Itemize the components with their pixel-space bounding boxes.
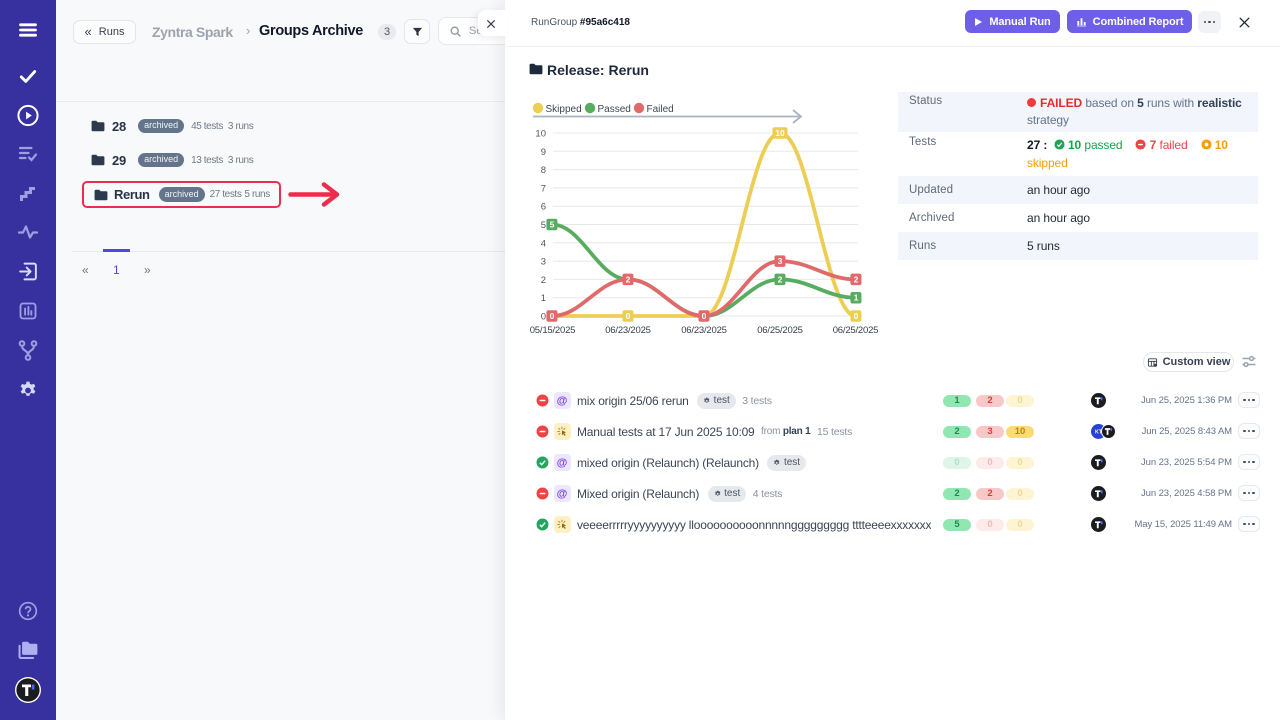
svg-text:0: 0 [550,311,555,321]
svg-text:2: 2 [778,274,783,284]
svg-text:7: 7 [541,183,546,194]
svg-text:1: 1 [541,293,546,304]
svg-text:06/23/2025: 06/23/2025 [681,325,727,336]
svg-text:4: 4 [541,238,546,249]
svg-text:8: 8 [541,165,546,176]
svg-text:6: 6 [541,202,546,213]
svg-text:0: 0 [854,311,859,321]
svg-text:Passed: Passed [598,104,631,115]
svg-text:06/25/2025: 06/25/2025 [757,325,803,336]
svg-text:06/25/2025: 06/25/2025 [833,325,879,336]
svg-text:9: 9 [541,147,546,158]
svg-text:05/15/2025: 05/15/2025 [530,325,576,336]
svg-text:0: 0 [702,311,707,321]
svg-text:0: 0 [541,312,546,323]
svg-text:3: 3 [778,256,783,266]
svg-text:10: 10 [775,128,785,138]
svg-text:2: 2 [626,274,631,284]
svg-text:1: 1 [854,293,859,303]
svg-text:2: 2 [854,274,859,284]
svg-text:3: 3 [541,257,546,268]
svg-text:06/23/2025: 06/23/2025 [605,325,651,336]
svg-text:0: 0 [626,311,631,321]
svg-text:Failed: Failed [647,104,674,115]
svg-text:2: 2 [541,275,546,286]
svg-text:Skipped: Skipped [546,104,582,115]
svg-text:5: 5 [541,220,546,231]
svg-text:10: 10 [535,129,546,140]
svg-text:5: 5 [550,220,555,230]
